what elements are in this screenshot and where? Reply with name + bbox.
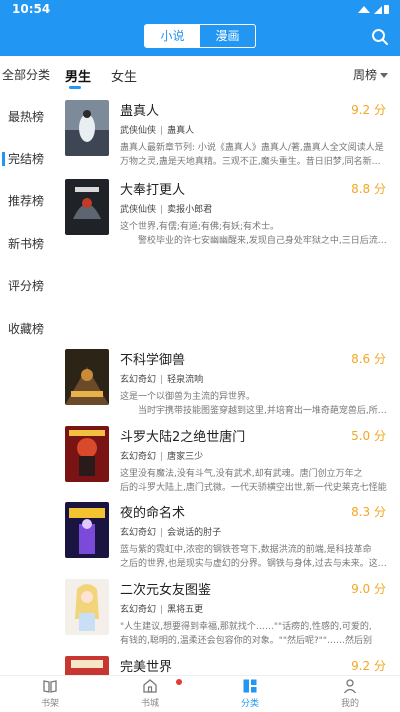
signal-icon	[374, 6, 382, 14]
book-score: 9.0 分	[351, 582, 386, 596]
book-title: 斗罗大陆2之绝世唐门	[120, 430, 246, 445]
status-time: 10:54	[12, 2, 51, 16]
book-meta: 玄幻奇幻 | 黑将五更	[120, 605, 204, 615]
nav-bookstore[interactable]: 书城	[120, 678, 180, 712]
sidebar-item-all-categories[interactable]: 全部分类	[0, 60, 52, 90]
sidebar-item-rating[interactable]: 评分榜	[0, 271, 52, 301]
content-type-switch: 小说 漫画	[144, 24, 256, 48]
nav-profile-label: 我的	[340, 699, 359, 709]
book-cover	[65, 579, 109, 635]
active-tab-indicator	[69, 86, 81, 89]
book-cover	[65, 656, 109, 675]
book-title: 夜的命名术	[120, 506, 186, 521]
book-list-panel: 男生 女生 周榜 蛊真人 9.2 分 武侠仙侠 | 蛊真人 蛊真人最新章节列: 小说…	[52, 56, 400, 675]
nav-category-label: 分类	[240, 699, 259, 709]
sidebar-item-hottest[interactable]: 最热榜	[0, 102, 52, 132]
book-author: 会说话的肘子	[167, 528, 222, 538]
book-author: 蛊真人	[167, 126, 195, 136]
nav-bookshelf[interactable]: 书架	[20, 678, 80, 712]
book-author: 唐家三少	[167, 452, 204, 462]
book-cover	[65, 349, 109, 405]
sidebar-item-favorites[interactable]: 收藏榜	[0, 314, 52, 344]
book-description: 这里没有魔法,没有斗气,没有武术,却有武魂。唐门创立万年之 后的斗罗大陆上,唐门…	[120, 469, 387, 493]
book-meta: 武侠仙侠 | 卖报小郎君	[120, 205, 213, 215]
book-category: 玄幻奇幻	[120, 605, 157, 615]
list-item[interactable]: 夜的命名术 8.3 分 玄幻奇幻 | 会说话的肘子 蓝与紫的霓虹中,浓密的钢铁苍穹下…	[65, 502, 390, 570]
book-category: 武侠仙侠	[120, 205, 157, 215]
book-category: 玄幻奇幻	[120, 528, 157, 538]
tab-novel[interactable]: 小说	[145, 25, 200, 47]
book-title: 二次元女友图鉴	[120, 583, 212, 598]
book-cover	[65, 100, 109, 156]
search-icon[interactable]	[371, 28, 389, 46]
status-bar: 10:54	[0, 0, 400, 18]
tab-male[interactable]: 男生	[65, 66, 91, 85]
book-score: 8.6 分	[351, 352, 386, 366]
book-category: 玄幻奇幻	[120, 375, 157, 385]
book-meta: 玄幻奇幻 | 唐家三少	[120, 452, 204, 462]
bookshelf-icon	[43, 680, 57, 693]
category-sidebar: 全部分类 最热榜 完结榜 推荐榜 新书榜 评分榜 收藏榜	[0, 56, 52, 675]
book-title: 大奉打更人	[120, 183, 186, 198]
nav-bookstore-label: 书城	[140, 699, 159, 709]
book-score: 9.2 分	[351, 103, 386, 117]
book-title: 不科学御兽	[120, 353, 186, 368]
book-category: 玄幻奇幻	[120, 452, 157, 462]
profile-icon	[343, 679, 357, 694]
book-score: 8.3 分	[351, 505, 386, 519]
wifi-icon	[358, 6, 370, 13]
book-title: 蛊真人	[120, 104, 160, 119]
list-item[interactable]: 完美世界 9.2 分	[65, 656, 390, 675]
bottom-nav: 书架 书城 分类 我的	[0, 675, 400, 711]
book-description: 蛊真人最新章节列: 小说《蛊真人》蛊真人/著,蛊真人全文阅读人是 万物之灵,蛊是…	[120, 143, 384, 167]
book-meta: 武侠仙侠 | 蛊真人	[120, 126, 195, 136]
book-category: 武侠仙侠	[120, 126, 157, 136]
book-description: 这个世界,有儒;有道;有佛;有妖;有术士。 警校毕业的许七安幽幽醒来,发现自己身…	[120, 222, 387, 246]
tab-female[interactable]: 女生	[111, 66, 137, 85]
book-description: 蓝与紫的霓虹中,浓密的钢铁苍穹下,数据洪流的前端,是科技革命 之后的世界,也是现…	[120, 545, 387, 569]
book-cover	[65, 426, 109, 482]
sidebar-item-completed[interactable]: 完结榜	[0, 144, 52, 174]
list-item[interactable]: 大奉打更人 8.8 分 武侠仙侠 | 卖报小郎君 这个世界,有儒;有道;有佛;有妖;…	[65, 179, 390, 247]
tab-comic[interactable]: 漫画	[200, 25, 255, 47]
book-meta: 玄幻奇幻 | 轻泉流响	[120, 375, 204, 385]
rank-period-label: 周榜	[352, 68, 377, 82]
category-icon	[243, 679, 257, 693]
book-meta: 玄幻奇幻 | 会说话的肘子	[120, 528, 222, 538]
list-item[interactable]: 蛊真人 9.2 分 武侠仙侠 | 蛊真人 蛊真人最新章节列: 小说《蛊真人》蛊真人/…	[65, 100, 390, 168]
book-cover	[65, 502, 109, 558]
list-item[interactable]: 不科学御兽 8.6 分 玄幻奇幻 | 轻泉流响 这是一个以御兽为主流的异世界。 当时…	[65, 349, 390, 417]
list-item[interactable]: 二次元女友图鉴 9.0 分 玄幻奇幻 | 黑将五更 "人生建议,想要得到幸福,那就找…	[65, 579, 390, 647]
book-score: 9.2 分	[351, 659, 386, 673]
book-cover	[65, 179, 109, 235]
notification-badge	[176, 679, 182, 685]
bookstore-icon	[143, 679, 157, 693]
book-author: 卖报小郎君	[167, 205, 213, 215]
book-author: 轻泉流响	[167, 375, 204, 385]
book-author: 黑将五更	[167, 605, 204, 615]
nav-category[interactable]: 分类	[220, 678, 280, 712]
battery-icon	[384, 5, 389, 14]
status-icons	[358, 5, 389, 14]
book-description: "人生建议,想要得到幸福,那就找个……""话痨的,性感的,可爱的, 有钱的,聪明…	[120, 622, 373, 646]
book-description: 这是一个以御兽为主流的异世界。 当时宇携带技能图鉴穿越到这里,并培育出一堆奇葩宠…	[120, 392, 387, 416]
sidebar-item-new[interactable]: 新书榜	[0, 229, 52, 259]
top-bar: 10:54 小说 漫画	[0, 0, 400, 56]
book-score: 8.8 分	[351, 182, 386, 196]
book-score: 5.0 分	[351, 429, 386, 443]
book-title: 完美世界	[120, 660, 173, 675]
list-item[interactable]: 斗罗大陆2之绝世唐门 5.0 分 玄幻奇幻 | 唐家三少 这里没有魔法,没有斗气,没…	[65, 426, 390, 494]
chevron-down-icon	[380, 73, 388, 78]
sidebar-item-recommended[interactable]: 推荐榜	[0, 186, 52, 216]
rank-period-select[interactable]: 周榜	[353, 66, 388, 83]
nav-profile[interactable]: 我的	[320, 678, 380, 712]
nav-bookshelf-label: 书架	[40, 699, 59, 709]
